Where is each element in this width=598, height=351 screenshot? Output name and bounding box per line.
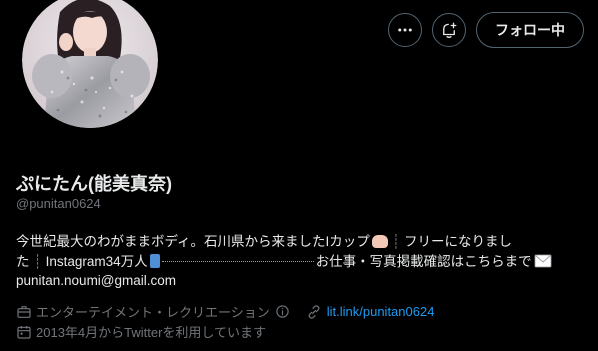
joined-date: 2013年4月からTwitterを利用しています	[36, 325, 267, 340]
bio-line-1: 今世紀最大のわがままボディ。石川県から来ましたIカップ ┊ フリーになりまし	[16, 232, 586, 252]
website-link[interactable]: lit.link/punitan0624	[327, 304, 435, 319]
more-icon	[398, 28, 412, 32]
joined-row: 2013年4月からTwitterを利用しています	[16, 322, 266, 341]
more-button[interactable]	[388, 13, 422, 47]
bio-text-2-head: た	[16, 253, 30, 269]
briefcase-icon	[17, 305, 31, 318]
profile-meta-row: エンターテイメント・レクリエーション lit.link/punitan0624	[16, 302, 434, 321]
user-handle: @punitan0624	[16, 196, 101, 211]
bio-email: punitan.noumi@gmail.com	[16, 273, 177, 288]
divider-glyph-2: ┊	[33, 253, 42, 269]
display-name: ぷにたん(能美真奈)	[16, 174, 172, 194]
bell-plus-icon	[443, 22, 457, 38]
link-icon	[308, 304, 320, 319]
bio-text-1-tail: フリーになりまし	[403, 234, 512, 249]
profile-bio: 今世紀最大のわがままボディ。石川県から来ましたIカップ ┊ フリーになりまし た ┊ I…	[16, 232, 586, 291]
bio-text-2-tail: お仕事・写真掲載確認はこちらまで	[315, 253, 532, 269]
bio-line-2: た ┊ Instagram34万人 お仕事・写真掲載確認はこちらまで	[16, 252, 586, 272]
profile-category: エンターテイメント・レクリエーション	[36, 305, 270, 320]
hands-emoji-icon	[371, 235, 388, 248]
avatar-image	[22, 0, 158, 128]
dotted-divider	[161, 261, 314, 263]
notify-button[interactable]	[432, 13, 466, 47]
bio-instagram: Instagram34万人	[45, 253, 148, 269]
bio-line-3: punitan.noumi@gmail.com	[16, 271, 586, 291]
profile-actions: フォロー中	[388, 12, 584, 48]
phone-emoji-icon	[149, 253, 160, 268]
envelope-emoji-icon	[534, 254, 552, 267]
divider-glyph: ┊	[391, 234, 400, 249]
avatar[interactable]	[18, 0, 162, 132]
calendar-icon	[17, 325, 31, 339]
info-icon[interactable]	[275, 304, 290, 319]
following-button[interactable]: フォロー中	[476, 12, 584, 48]
bio-text-1: 今世紀最大のわがままボディ。石川県から来ましたIカップ	[16, 234, 370, 249]
